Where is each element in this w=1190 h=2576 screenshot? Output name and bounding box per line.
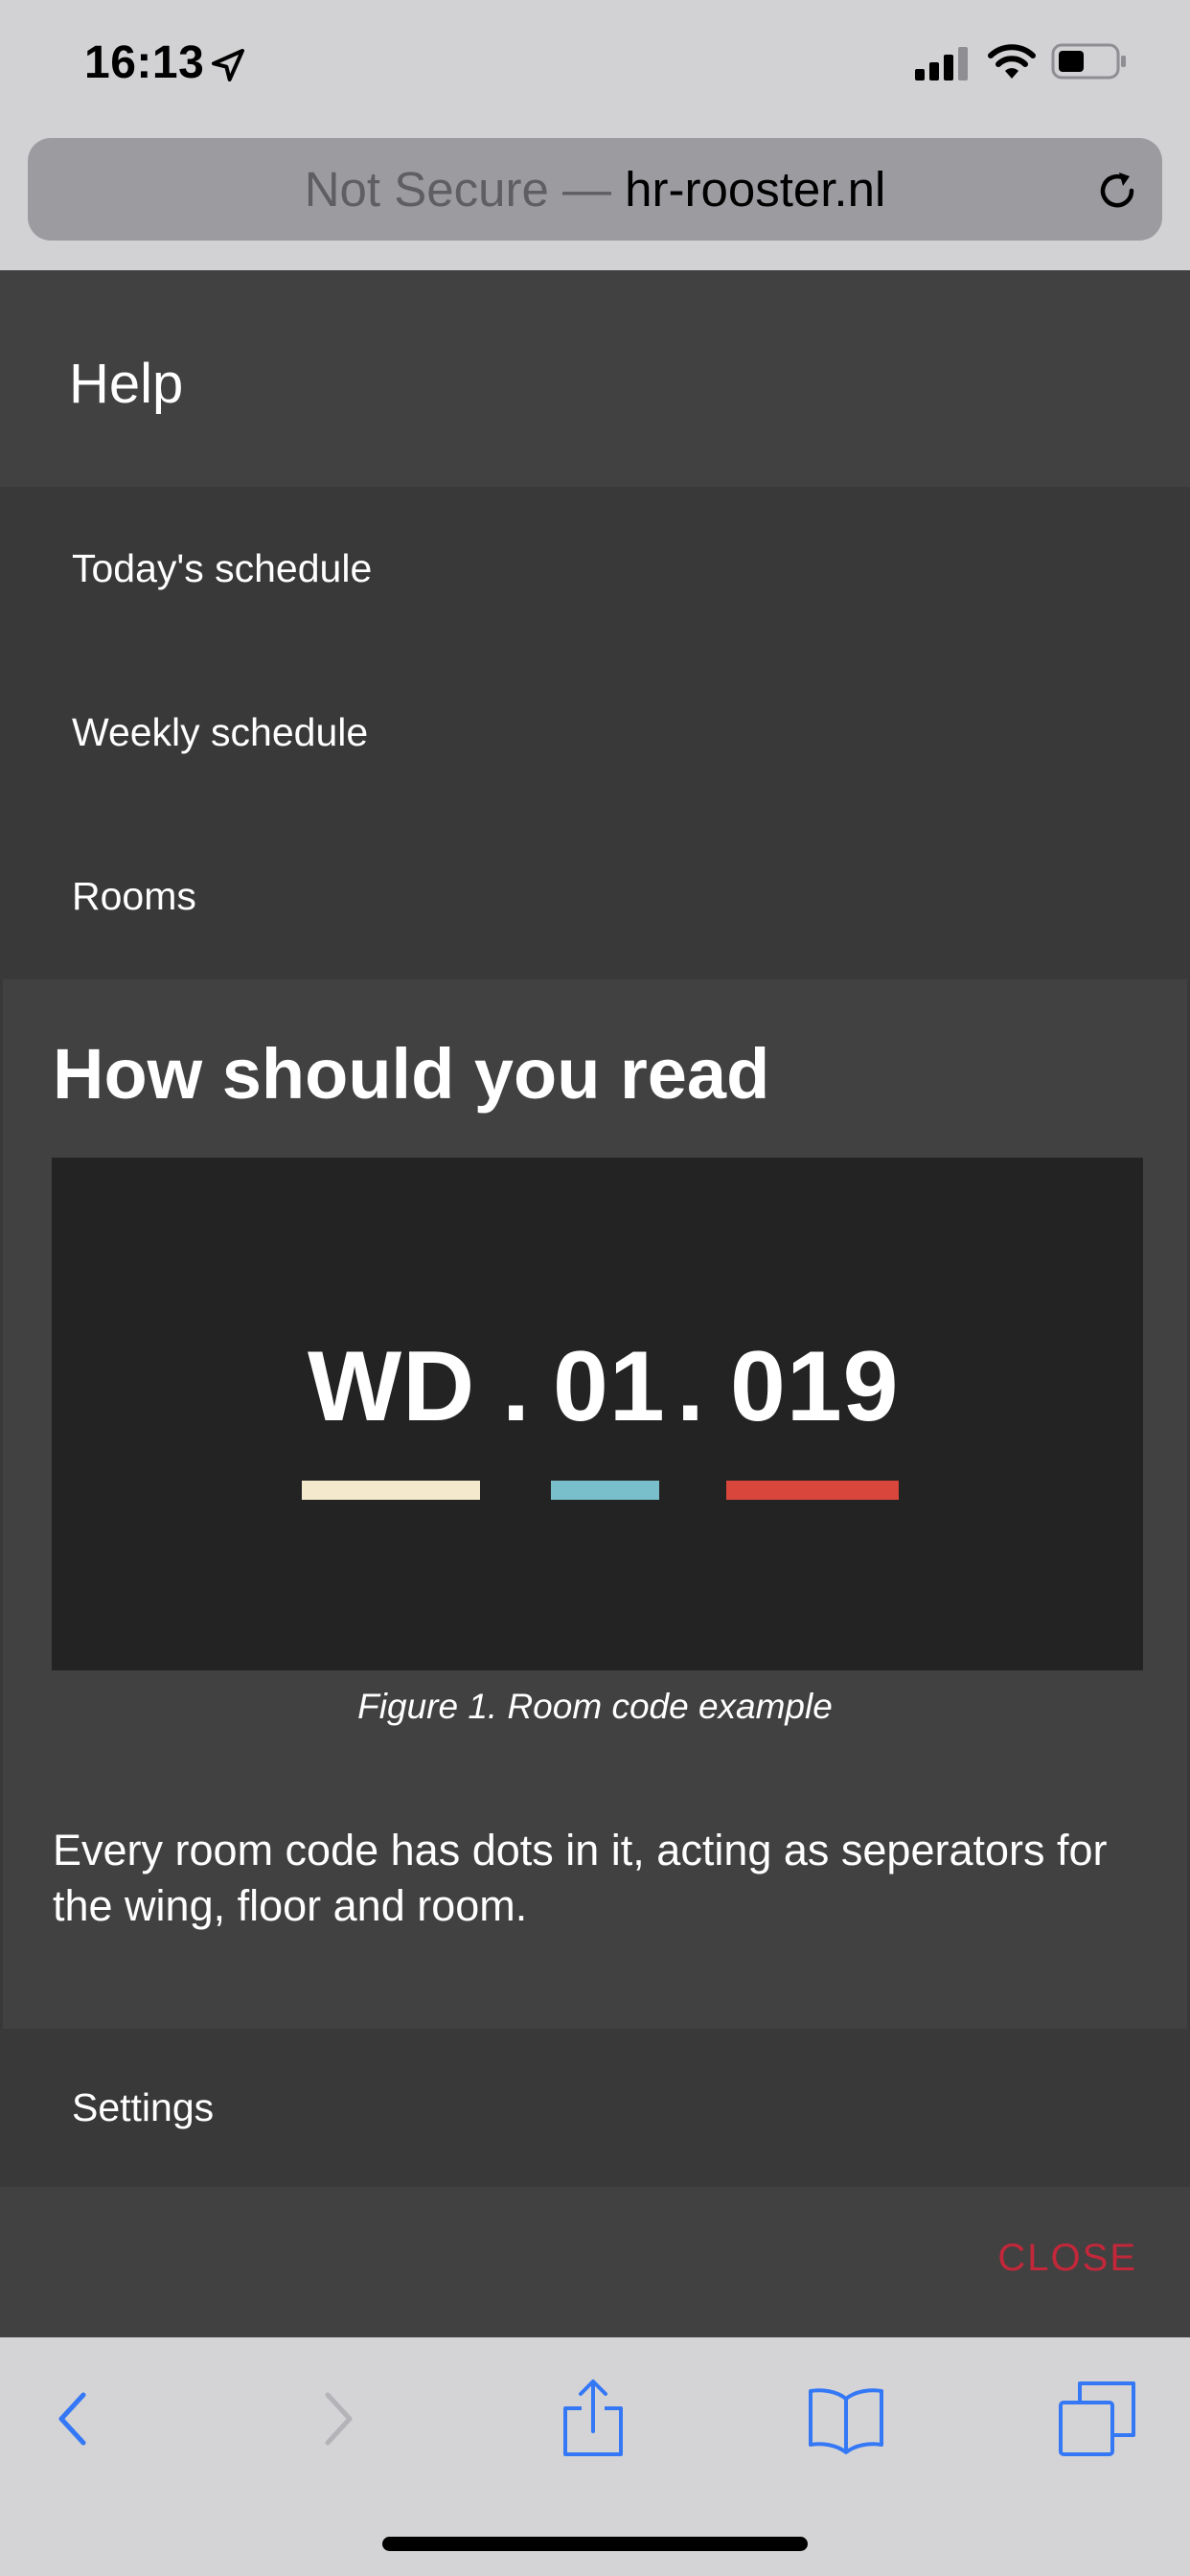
room-code-floor: 01 bbox=[553, 1331, 666, 1442]
tabs-icon[interactable] bbox=[1055, 2376, 1141, 2462]
room-code-figure: WD . 01 . 019 bbox=[52, 1158, 1143, 1670]
room-code-wing: WD bbox=[308, 1331, 476, 1442]
figure-caption: Figure 1. Room code example bbox=[357, 1687, 833, 1726]
wing-underline bbox=[302, 1481, 480, 1500]
share-icon[interactable] bbox=[550, 2376, 636, 2462]
panel-description: Every room code has dots in it, acting a… bbox=[53, 1826, 1108, 1930]
location-arrow-icon bbox=[212, 49, 244, 81]
close-button[interactable]: CLOSE bbox=[997, 2237, 1137, 2280]
rooms-help-panel: How should you read WD . 01 . 019 Figure… bbox=[0, 979, 1190, 2029]
url-domain: hr-rooster.nl bbox=[625, 162, 886, 217]
status-bar: 16:13 bbox=[0, 0, 1190, 134]
menu-item-todays-schedule[interactable]: Today's schedule bbox=[0, 487, 1190, 651]
browser-address-area: Not Secure — hr-rooster.nl bbox=[0, 134, 1190, 270]
menu-item-settings[interactable]: Settings bbox=[0, 2029, 1190, 2187]
battery-icon bbox=[1051, 43, 1126, 80]
wifi-icon bbox=[988, 44, 1036, 79]
forward-icon[interactable] bbox=[294, 2376, 380, 2462]
status-time: 16:13 bbox=[84, 37, 205, 88]
menu-item-weekly-schedule[interactable]: Weekly schedule bbox=[0, 651, 1190, 815]
url-display[interactable]: Not Secure — hr-rooster.nl bbox=[28, 138, 1162, 241]
menu-item-rooms[interactable]: Rooms bbox=[0, 815, 1190, 978]
room-code-separator: . bbox=[676, 1331, 705, 1442]
bookmarks-icon[interactable] bbox=[803, 2376, 889, 2462]
page-title: Help bbox=[69, 353, 184, 415]
room-underline bbox=[726, 1481, 899, 1500]
address-bar[interactable]: Not Secure — hr-rooster.nl bbox=[28, 138, 1162, 241]
home-indicator bbox=[382, 2537, 808, 2551]
help-menu: Today's schedule Weekly schedule Rooms bbox=[0, 487, 1190, 978]
back-icon[interactable] bbox=[31, 2376, 117, 2462]
room-code-room: 019 bbox=[730, 1331, 900, 1442]
panel-heading: How should you read bbox=[53, 1034, 770, 1114]
floor-underline bbox=[551, 1481, 659, 1500]
not-secure-label: Not Secure — bbox=[304, 162, 626, 217]
dialog-footer: CLOSE bbox=[0, 2187, 1190, 2337]
settings-label: Settings bbox=[72, 2085, 215, 2129]
cellular-signal-icon bbox=[915, 47, 968, 80]
reload-icon[interactable] bbox=[1093, 167, 1141, 215]
page-header: Help bbox=[0, 270, 1190, 487]
room-code-separator: . bbox=[502, 1331, 531, 1442]
